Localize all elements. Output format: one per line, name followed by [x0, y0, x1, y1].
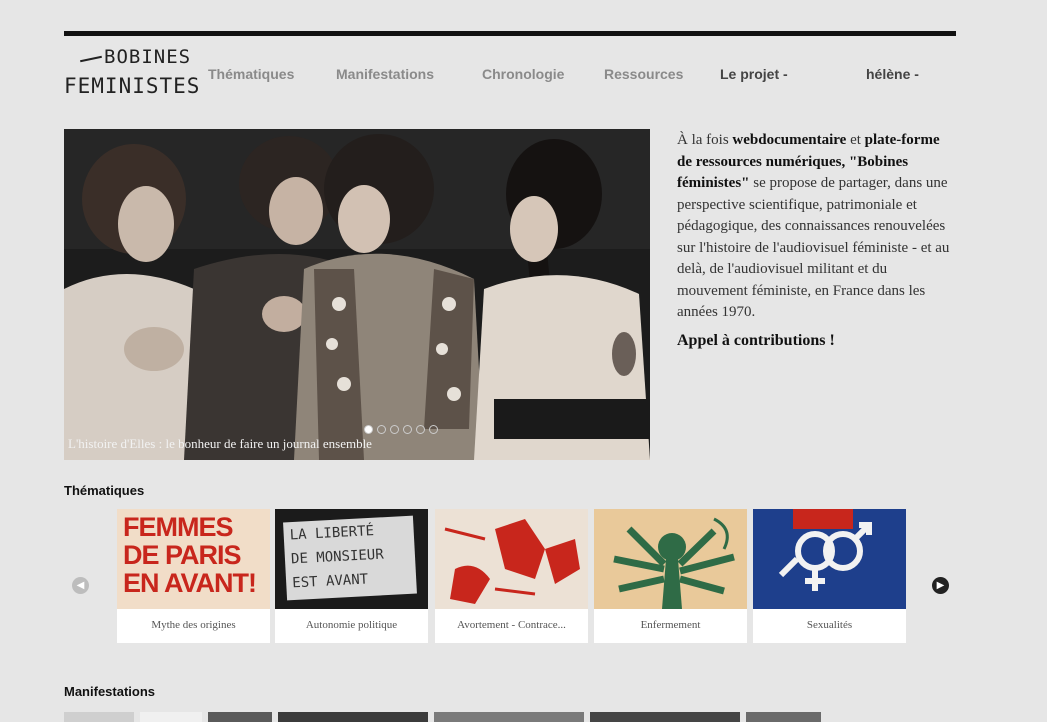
logo-dash	[80, 55, 102, 63]
site-logo[interactable]: BOBINES FEMINISTES	[64, 46, 199, 106]
slideshow-dots	[364, 425, 438, 434]
poster-text: FEMMES	[123, 512, 234, 542]
slide-dot[interactable]	[416, 425, 425, 434]
logo-line-1: BOBINES	[104, 46, 192, 68]
slide-dot[interactable]	[377, 425, 386, 434]
manifestation-thumb[interactable]	[140, 712, 202, 722]
project-intro: À la fois webdocumentaire et plate-forme…	[677, 130, 952, 351]
manifestation-thumb[interactable]	[278, 712, 428, 722]
poster-text: EST AVANT	[291, 571, 369, 592]
nav-user-menu[interactable]: hélène -	[866, 66, 919, 82]
theme-card-sexualites[interactable]: Sexualités	[753, 509, 906, 643]
slide-dot[interactable]	[364, 425, 373, 434]
poster-text: DE PARIS	[123, 540, 242, 570]
theme-card-enfermement[interactable]: Enfermement	[594, 509, 747, 643]
slide-dot[interactable]	[403, 425, 412, 434]
theme-thumbnail: FEMMES DE PARIS EN AVANT!	[117, 509, 270, 609]
slide-dot[interactable]	[429, 425, 438, 434]
intro-text: se propose de partager, dans une perspec…	[677, 175, 950, 320]
manifestation-thumb[interactable]	[746, 712, 821, 722]
theme-thumbnail: LA LIBERTÉ DE MONSIEUR EST AVANT	[275, 509, 428, 609]
section-title-thematiques: Thématiques	[64, 483, 145, 498]
theme-label: Avortement - Contrace...	[435, 609, 588, 643]
manifestation-thumb[interactable]	[64, 712, 134, 722]
nav-thematiques[interactable]: Thématiques	[208, 66, 294, 82]
manifestation-thumb[interactable]	[590, 712, 740, 722]
theme-card-avortement[interactable]: Avortement - Contrace...	[435, 509, 588, 643]
poster-text: EN AVANT!	[123, 568, 257, 598]
theme-label: Autonomie politique	[275, 609, 428, 643]
top-rule	[64, 31, 956, 36]
hero-slideshow[interactable]: L'histoire d'Elles : le bonheur de faire…	[64, 129, 650, 460]
hero-photo	[64, 129, 650, 460]
carousel-next-button[interactable]: ▶	[932, 577, 949, 594]
theme-label: Mythe des origines	[117, 609, 270, 643]
manifestation-thumb[interactable]	[434, 712, 584, 722]
theme-thumbnail	[753, 509, 906, 609]
slide-dot[interactable]	[390, 425, 399, 434]
theme-label: Sexualités	[753, 609, 906, 643]
poster-text: DE MONSIEUR	[290, 546, 385, 568]
nav-ressources[interactable]: Ressources	[604, 66, 683, 82]
nav-manifestations[interactable]: Manifestations	[336, 66, 434, 82]
theme-label: Enfermement	[594, 609, 747, 643]
logo-line-2: FEMINISTES	[64, 74, 201, 98]
manifestation-thumb[interactable]	[208, 712, 272, 722]
theme-card-mythe[interactable]: FEMMES DE PARIS EN AVANT! Mythe des orig…	[117, 509, 270, 643]
intro-text: et	[850, 132, 861, 148]
nav-le-projet[interactable]: Le projet -	[720, 66, 788, 82]
call-for-contributions-link[interactable]: Appel à contributions !	[677, 330, 952, 352]
intro-link-webdoc[interactable]: webdocumentaire	[732, 132, 846, 148]
theme-thumbnail	[435, 509, 588, 609]
section-title-manifestations: Manifestations	[64, 684, 156, 699]
manifestations-strip	[64, 712, 909, 722]
intro-text: À la fois	[677, 132, 729, 148]
hero-caption[interactable]: L'histoire d'Elles : le bonheur de faire…	[68, 436, 372, 452]
nav-chronologie[interactable]: Chronologie	[482, 66, 564, 82]
theme-card-autonomie[interactable]: LA LIBERTÉ DE MONSIEUR EST AVANT Autonom…	[275, 509, 428, 643]
theme-thumbnail	[594, 509, 747, 609]
thematiques-carousel: ◀ FEMMES DE PARIS EN AVANT! Mythe des or…	[64, 509, 956, 659]
carousel-prev-button[interactable]: ◀	[72, 577, 89, 594]
